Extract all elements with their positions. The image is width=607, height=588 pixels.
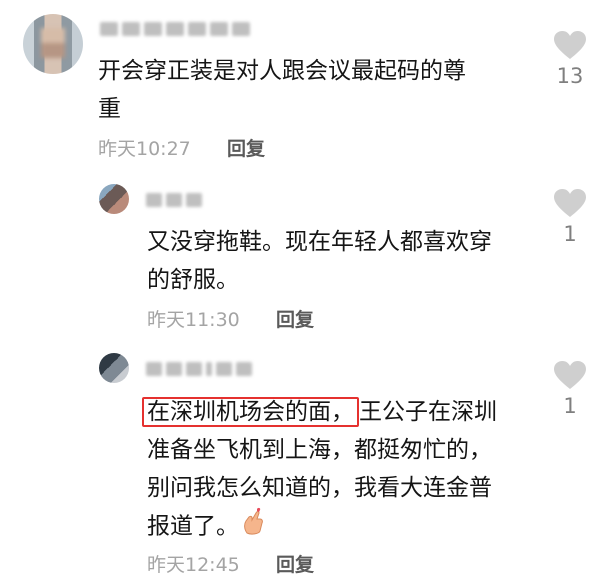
avatar[interactable] — [23, 14, 83, 74]
reply-button[interactable]: 回复 — [276, 308, 314, 332]
heart-icon — [554, 189, 586, 217]
comment-timestamp: 昨天10:27 — [98, 138, 191, 160]
like-count: 1 — [563, 394, 577, 418]
reply-button[interactable]: 回复 — [276, 553, 314, 577]
reply-timestamp: 昨天11:30 — [147, 309, 240, 331]
avatar[interactable] — [99, 184, 129, 214]
like-count: 13 — [556, 64, 584, 88]
like-button[interactable]: 1 — [550, 360, 590, 418]
finger-heart-emoji-icon — [241, 507, 265, 547]
username-blurred[interactable] — [100, 22, 250, 36]
reply-text: 在深圳机场会的面， 王公子在深圳 准备坐飞机到上海，都挺匆忙的， 别问我怎么知道的… — [142, 393, 497, 547]
highlight-box: 在深圳机场会的面， — [142, 397, 359, 427]
avatar[interactable] — [99, 353, 129, 383]
heart-icon — [554, 361, 586, 389]
comment-text: 开会穿正装是对人跟会议最起码的尊 重 — [98, 58, 466, 122]
heart-icon — [554, 31, 586, 59]
reply-text: 又没穿拖鞋。现在年轻人都喜欢穿 的舒服。 — [147, 229, 492, 293]
like-button[interactable]: 1 — [550, 188, 590, 246]
username-blurred[interactable] — [146, 362, 252, 376]
reply-timestamp: 昨天12:45 — [147, 554, 240, 576]
like-button[interactable]: 13 — [550, 30, 590, 88]
username-blurred[interactable] — [146, 193, 202, 207]
like-count: 1 — [563, 222, 577, 246]
reply-button[interactable]: 回复 — [227, 137, 265, 161]
